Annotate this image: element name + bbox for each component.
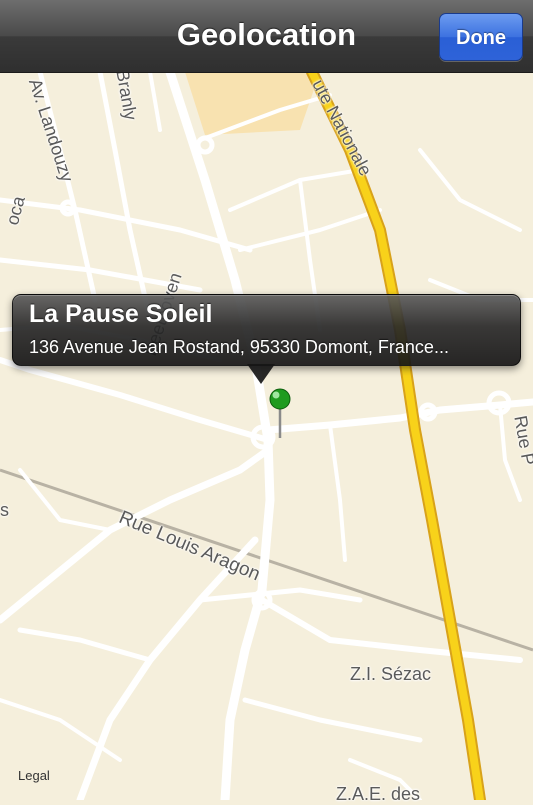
map-view[interactable] — [0, 72, 533, 800]
callout-address: 136 Avenue Jean Rostand, 95330 Domont, F… — [29, 337, 449, 357]
location-pin-icon[interactable] — [0, 72, 533, 800]
callout-title: La Pause Soleil — [29, 300, 213, 328]
legal-link[interactable]: Legal — [18, 768, 50, 783]
callout-pointer — [247, 364, 275, 384]
navigation-bar: Geolocation Done — [0, 0, 533, 73]
done-button[interactable]: Done — [439, 13, 523, 61]
location-callout[interactable]: La Pause Soleil 136 Avenue Jean Rostand,… — [12, 294, 521, 366]
